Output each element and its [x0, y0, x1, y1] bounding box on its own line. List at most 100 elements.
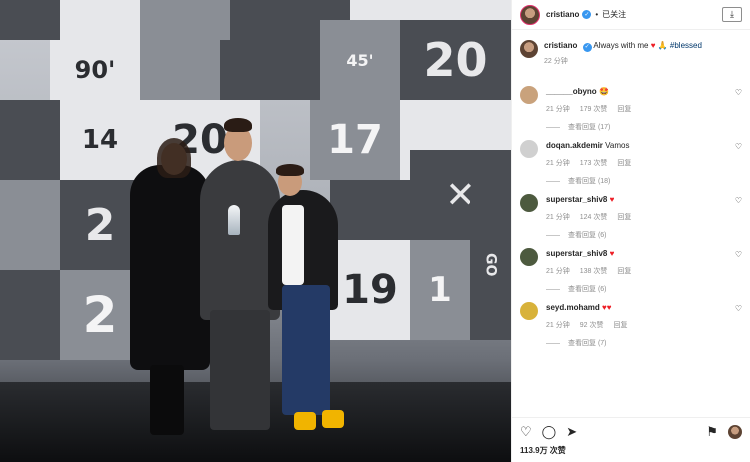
- comment-body: superstar_shiv8 ♥ 21 分钟 138 次赞 回复 查看回复 (…: [546, 248, 742, 294]
- commenter-username[interactable]: superstar_shiv8: [546, 249, 607, 258]
- verified-icon: ✓: [582, 42, 592, 52]
- post-header: cristiano ✓ • 已关注 ⤓: [512, 0, 750, 30]
- separator-dot: •: [595, 10, 599, 19]
- commenter-avatar[interactable]: [520, 248, 538, 266]
- comment-text: Vamos: [605, 141, 630, 150]
- comment-line: doqan.akdemir Vamos: [546, 140, 742, 152]
- replies-divider: [546, 342, 560, 344]
- boy-shoe-left: [294, 412, 316, 430]
- comment-likes[interactable]: 179 次赞: [580, 104, 608, 114]
- woman-hair: [157, 138, 191, 178]
- verified-icon: ✓: [582, 10, 592, 19]
- comment-item: doqan.akdemir Vamos 21 分钟 173 次赞 回复 查看回复…: [520, 140, 742, 186]
- comment-likes[interactable]: 173 次赞: [580, 158, 608, 168]
- heart-icon[interactable]: ♡: [735, 88, 742, 97]
- photo-tile: [0, 0, 60, 40]
- boy-shoe-right: [322, 410, 344, 428]
- comment-icon[interactable]: ◯: [542, 424, 557, 440]
- heart-icon[interactable]: ♡: [735, 142, 742, 151]
- like-heart-icon[interactable]: ♡: [520, 424, 532, 440]
- man-legs: [210, 310, 270, 430]
- commenter-avatar[interactable]: [520, 194, 538, 212]
- likes-count[interactable]: 113.9万 次赞: [512, 445, 750, 462]
- hashtag-link[interactable]: #blessed: [670, 41, 702, 50]
- commenter-username[interactable]: superstar_shiv8: [546, 195, 607, 204]
- photo-tile-45: 45': [320, 20, 400, 100]
- tile-number: 90': [74, 56, 116, 84]
- share-icon[interactable]: ➤: [566, 424, 577, 440]
- heart-icon[interactable]: ♡: [735, 196, 742, 205]
- follow-status-button[interactable]: 已关注: [602, 9, 626, 20]
- comment-meta: 21 分钟 92 次赞 回复: [546, 320, 742, 330]
- view-replies-button[interactable]: 查看回复 (18): [546, 176, 742, 186]
- comment-time: 21 分钟: [546, 214, 570, 221]
- view-replies-label: 查看回复 (17): [568, 124, 611, 131]
- commenter-avatar[interactable]: [520, 140, 538, 158]
- comment-line: superstar_shiv8 ♥: [546, 248, 742, 260]
- view-replies-button[interactable]: 查看回复 (6): [546, 284, 742, 294]
- comment-body: seyd.mohamd ♥♥ 21 分钟 92 次赞 回复 查看回复 (7): [546, 302, 742, 348]
- woman-legs: [150, 365, 184, 435]
- commenter-avatar[interactable]: [520, 86, 538, 104]
- trophy: [228, 205, 240, 235]
- photo-tile-20: 20: [400, 20, 511, 100]
- caption-text: Always with me: [593, 41, 649, 50]
- tile-number: 45': [346, 50, 374, 70]
- caption-line: cristiano ✓ Always with me ♥ 🙏 #blessed: [544, 40, 702, 52]
- photo-tile-1: 1: [410, 240, 470, 340]
- comment-time: 21 分钟: [546, 268, 570, 275]
- viewer-avatar[interactable]: [728, 424, 742, 439]
- reply-button[interactable]: 回复: [617, 158, 631, 168]
- commenter-username[interactable]: doqan.akdemir: [546, 141, 603, 150]
- comment-time: 21 分钟: [546, 322, 570, 329]
- author-username[interactable]: cristiano: [546, 10, 579, 19]
- reply-button[interactable]: 回复: [617, 212, 631, 222]
- caption-username[interactable]: cristiano: [544, 41, 577, 50]
- tile-number: 20: [423, 33, 488, 87]
- view-replies-button[interactable]: 查看回复 (7): [546, 338, 742, 348]
- comment-likes[interactable]: 138 次赞: [580, 266, 608, 276]
- photo-tile: [220, 40, 320, 100]
- heart-icon[interactable]: ♡: [735, 250, 742, 259]
- post-caption: cristiano ✓ Always with me ♥ 🙏 #blessed …: [520, 40, 742, 68]
- bookmark-icon[interactable]: ⚑: [706, 424, 718, 440]
- comments-list[interactable]: cristiano ✓ Always with me ♥ 🙏 #blessed …: [512, 30, 750, 417]
- tile-number: GO: [482, 253, 499, 277]
- comment-item: ______obyno 🤩 21 分钟 179 次赞 回复 查看回复 (17) …: [520, 86, 742, 132]
- boy-shirt: [282, 205, 304, 285]
- photo-tile: [140, 40, 220, 100]
- comment-time: 21 分钟: [546, 160, 570, 167]
- photo-tile: [60, 0, 140, 40]
- reply-button[interactable]: 回复: [617, 104, 631, 114]
- photo-tile: [0, 180, 60, 270]
- replies-divider: [546, 288, 560, 290]
- commenter-avatar[interactable]: [520, 302, 538, 320]
- comment-line: ______obyno 🤩: [546, 86, 742, 98]
- post-photo[interactable]: 90' 45' 20 14 20 17 2 ✕ 2 19 1 GO: [0, 0, 511, 462]
- reply-button[interactable]: 回复: [613, 320, 627, 330]
- commenter-username[interactable]: seyd.mohamd: [546, 303, 600, 312]
- view-replies-label: 查看回复 (6): [568, 286, 607, 293]
- commenter-username[interactable]: ______obyno: [546, 87, 597, 96]
- view-replies-button[interactable]: 查看回复 (6): [546, 230, 742, 240]
- comment-likes[interactable]: 124 次赞: [580, 212, 608, 222]
- view-replies-label: 查看回复 (7): [568, 340, 607, 347]
- heart-icon[interactable]: ♡: [735, 304, 742, 313]
- man-hair: [224, 118, 252, 132]
- author-avatar[interactable]: [520, 4, 540, 25]
- comment-meta: 21 分钟 173 次赞 回复: [546, 158, 742, 168]
- view-replies-label: 查看回复 (6): [568, 232, 607, 239]
- view-replies-button[interactable]: 查看回复 (17): [546, 122, 742, 132]
- reply-button[interactable]: 回复: [617, 266, 631, 276]
- tile-number: 17: [327, 117, 383, 163]
- caption-avatar[interactable]: [520, 40, 538, 58]
- comment-body: ______obyno 🤩 21 分钟 179 次赞 回复 查看回复 (17): [546, 86, 742, 132]
- comment-likes[interactable]: 92 次赞: [580, 320, 604, 330]
- comment-line: superstar_shiv8 ♥: [546, 194, 742, 206]
- comment-meta: 21 分钟 138 次赞 回复: [546, 266, 742, 276]
- caption-time: 22 分钟: [544, 58, 568, 65]
- photo-tile-17: 17: [310, 100, 400, 180]
- comment-emoji: ♥: [609, 249, 615, 258]
- instagram-post: 90' 45' 20 14 20 17 2 ✕ 2 19 1 GO cristi…: [0, 0, 750, 462]
- download-icon[interactable]: ⤓: [722, 7, 742, 22]
